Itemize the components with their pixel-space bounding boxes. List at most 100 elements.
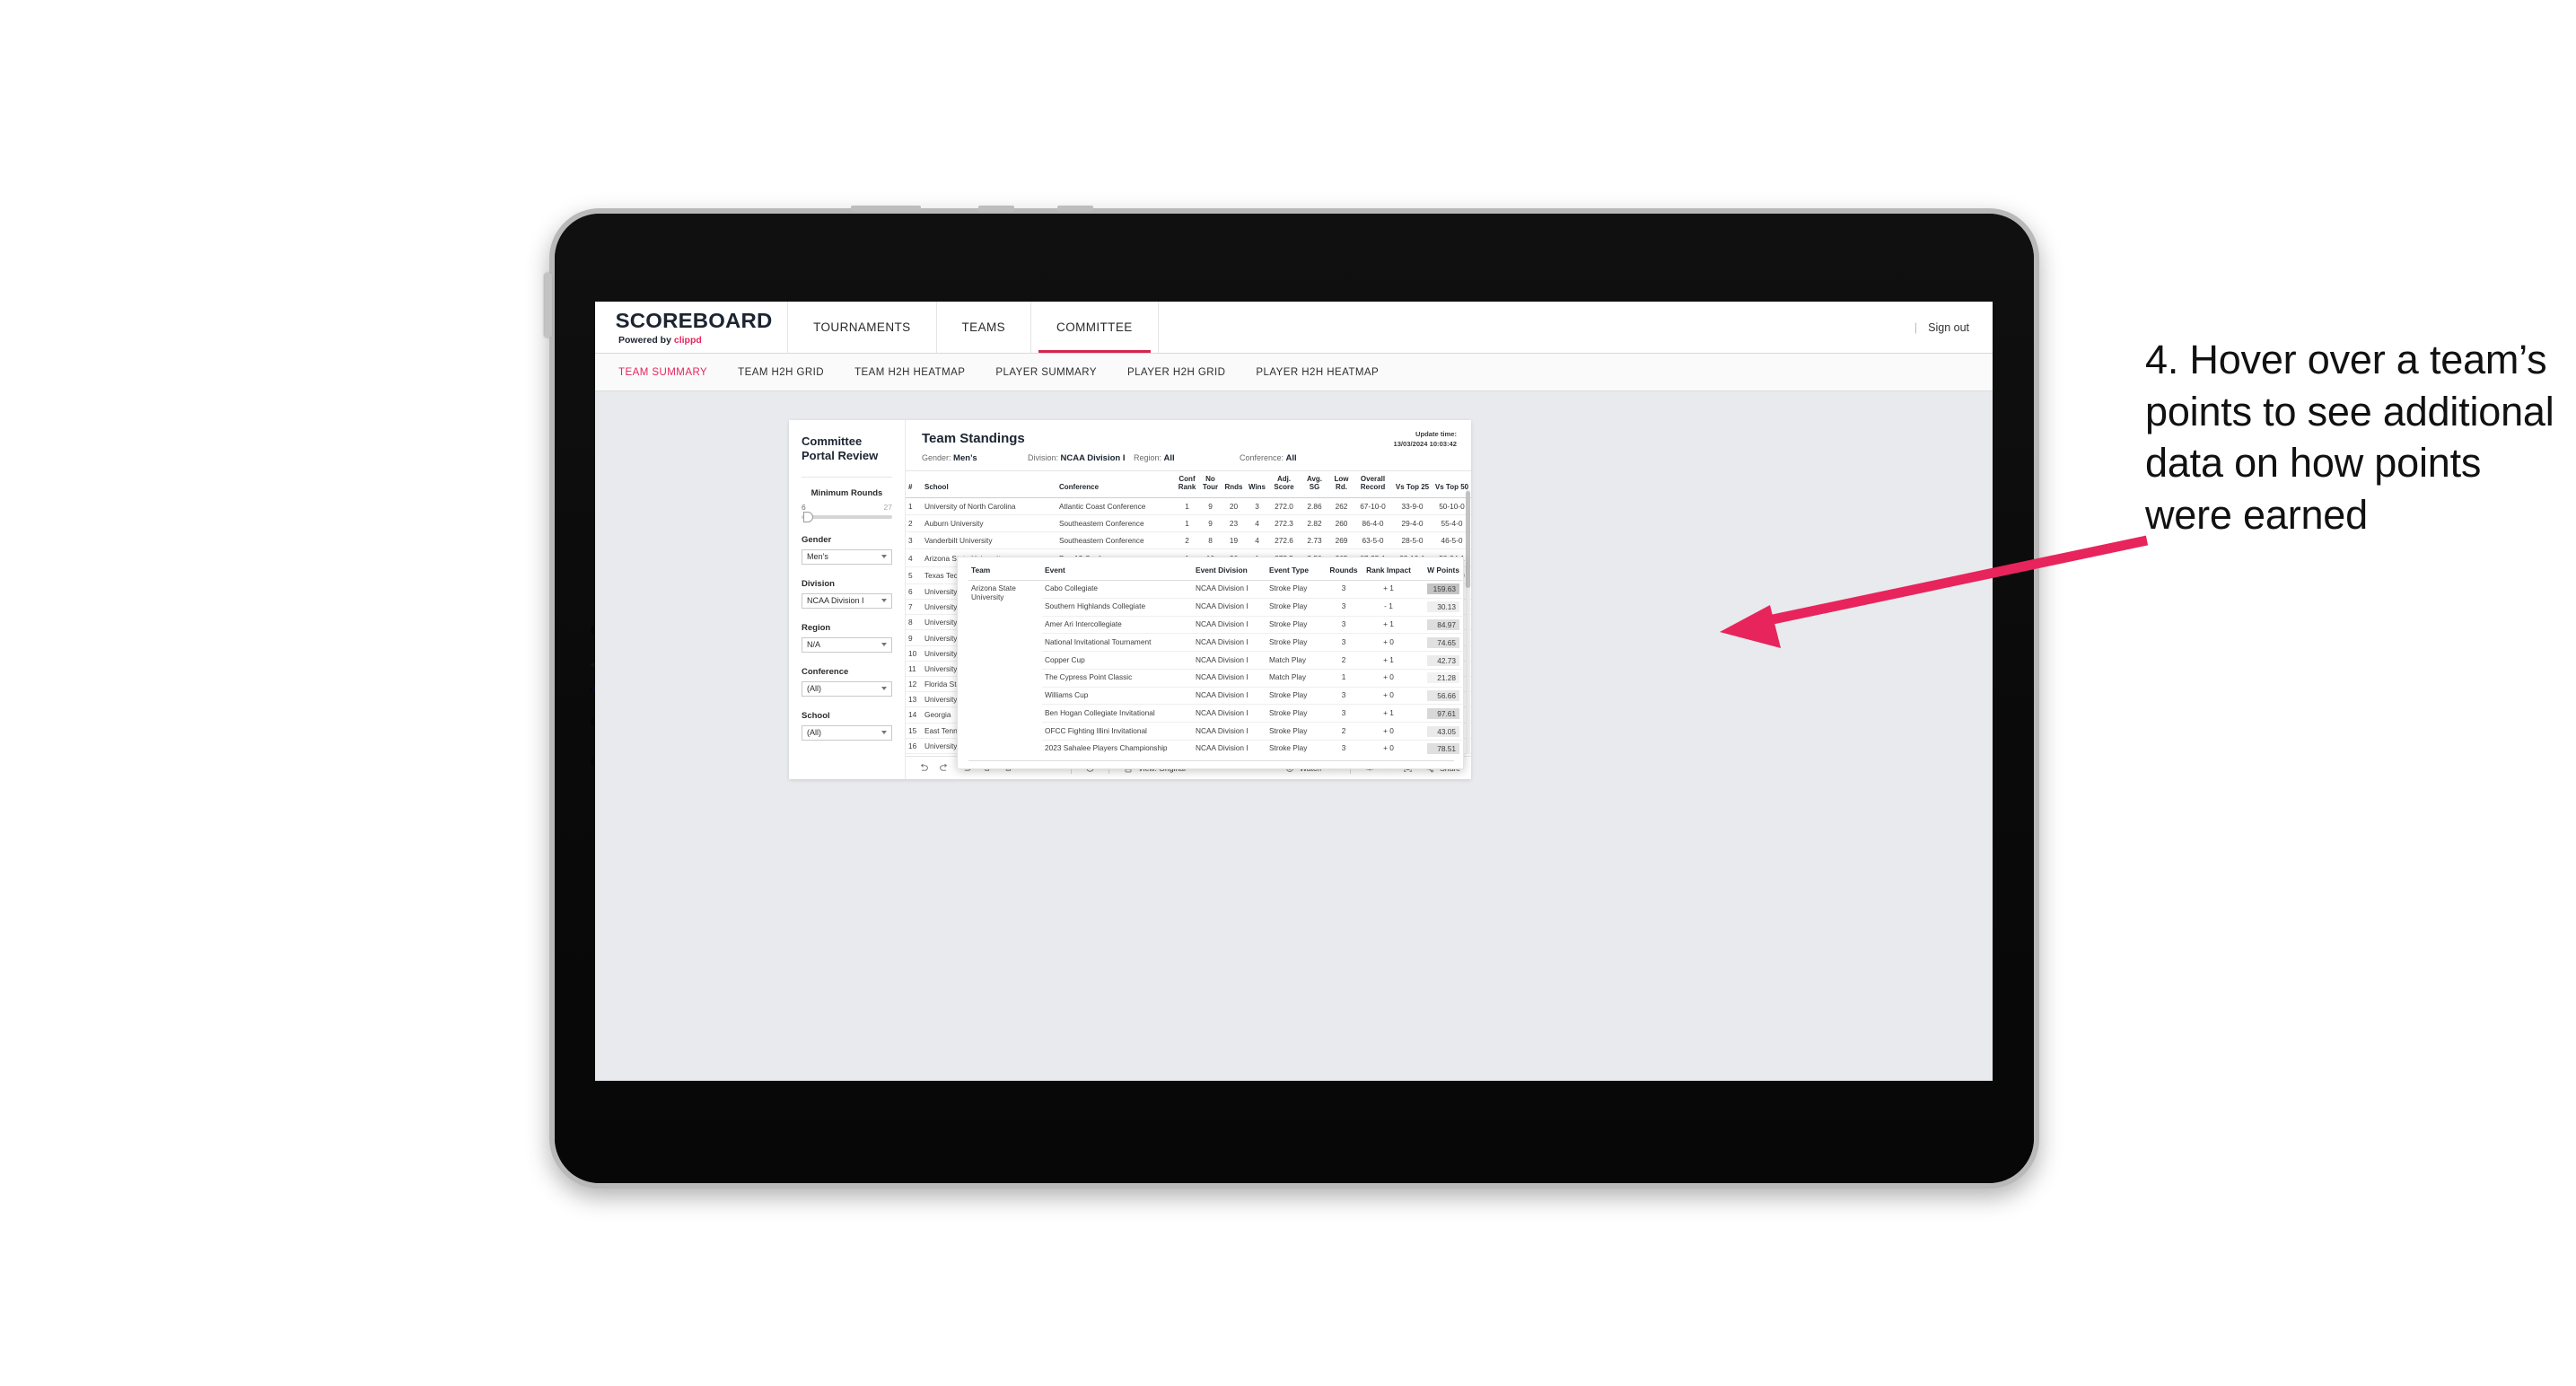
tooltip-header-row: Team Event Event Division Event Type Rou… xyxy=(968,564,1462,581)
cell-conf-rank: 1 xyxy=(1175,514,1198,533)
table-row[interactable]: 1 University of North Carolina Atlantic Co… xyxy=(906,497,1471,516)
brand-logo[interactable]: SCOREBOARD Powered by clippd xyxy=(595,302,789,353)
breadcrumb-division-key: Division: xyxy=(1028,453,1059,462)
cell-rnds: 23 xyxy=(1222,514,1245,533)
tooltip-event-cell: Ben Hogan Collegiate Invitational xyxy=(1042,704,1193,724)
division-select[interactable]: NCAA Division I xyxy=(802,592,892,609)
cell-rank: 8 xyxy=(906,614,922,631)
subnav-item-team-summary[interactable]: TEAM SUMMARY xyxy=(618,367,707,378)
col-conf-rank[interactable]: Conf Rank xyxy=(1175,471,1198,498)
tablet-top-button-1[interactable] xyxy=(851,206,921,212)
division-filter: Division NCAA Division I xyxy=(802,579,892,609)
table-row[interactable]: 2 Auburn University Southeastern Conferenc… xyxy=(906,514,1471,533)
subnav-item-team-h2h-grid[interactable]: TEAM H2H GRID xyxy=(738,367,824,378)
col-low-rd[interactable]: Low Rd. xyxy=(1329,471,1353,498)
tablet-side-button[interactable] xyxy=(545,273,552,338)
conference-select[interactable]: (All) xyxy=(802,680,892,697)
breadcrumb-region-key: Region: xyxy=(1134,453,1162,462)
cell-no-tour: 8 xyxy=(1198,531,1222,550)
nav-item-committee[interactable]: COMMITTEE xyxy=(1031,302,1159,353)
portal-title: Committee Portal Review xyxy=(802,434,879,463)
signout-link[interactable]: Sign out xyxy=(1928,321,1969,334)
table-scrollbar-thumb[interactable] xyxy=(1466,491,1470,588)
tooltip-row: 2023 Sahalee Players Championship NCAA Di… xyxy=(968,741,1462,758)
col-school[interactable]: School xyxy=(922,471,1056,498)
slider-max-value: 27 xyxy=(883,502,892,512)
nav-item-tournaments[interactable]: TOURNAMENTS xyxy=(788,302,937,353)
gender-select[interactable]: Men’s xyxy=(802,548,892,565)
col-vs-top-25[interactable]: Vs Top 25 xyxy=(1392,471,1432,498)
cell-wins: 4 xyxy=(1245,514,1268,533)
dashboard-card: Committee Portal Review Minimum Rounds 6… xyxy=(789,420,1471,779)
redo-icon[interactable] xyxy=(938,761,951,775)
tooltip-w-points-cell: 30.13 xyxy=(1415,598,1462,617)
subnav-item-team-h2h-heatmap[interactable]: TEAM H2H HEATMAP xyxy=(854,367,965,378)
col-avg-sg[interactable]: Avg. SG xyxy=(1299,471,1329,498)
tooltip-rounds-cell: 2 xyxy=(1326,651,1362,670)
page-title: Team Standings xyxy=(922,431,1025,446)
signout-area[interactable]: | Sign out xyxy=(1891,302,1993,353)
col-overall-record[interactable]: Overall Record xyxy=(1353,471,1392,498)
cell-rank: 3 xyxy=(906,531,922,550)
tooltip-rank-impact-cell: + 1 xyxy=(1362,580,1415,599)
update-time: Update time: 13/03/2024 10:03:42 xyxy=(1393,429,1457,449)
cell-rank: 10 xyxy=(906,645,922,662)
tooltip-rank-impact-cell: - 1 xyxy=(1362,598,1415,617)
col-rnds[interactable]: Rnds xyxy=(1222,471,1245,498)
tooltip-event-type-cell: Stroke Play xyxy=(1266,722,1326,741)
col-adj-score[interactable]: Adj. Score xyxy=(1268,471,1299,498)
tooltip-w-points-cell: 84.97 xyxy=(1415,616,1462,635)
tt-col-rounds: Rounds xyxy=(1326,564,1362,581)
subnav-item-player-h2h-heatmap[interactable]: PLAYER H2H HEATMAP xyxy=(1256,367,1379,378)
cell-rnds: 19 xyxy=(1222,531,1245,550)
tooltip-row: Amer Ari Intercollegiate NCAA Division IS… xyxy=(968,616,1462,635)
update-time-value: 13/03/2024 10:03:42 xyxy=(1393,440,1457,448)
breadcrumb-division: Division: NCAA Division I xyxy=(1028,453,1134,463)
tooltip-rank-impact-cell: + 1 xyxy=(1362,651,1415,670)
cell-overall-record: 86-4-0 xyxy=(1353,514,1392,533)
standings-table-head: # School Conference Conf Rank No Tour Rn… xyxy=(906,471,1471,498)
annotation-arrow xyxy=(1720,535,2149,648)
nav-item-teams[interactable]: TEAMS xyxy=(936,302,1032,353)
tooltip-event-division-cell: NCAA Division I xyxy=(1193,651,1266,670)
undo-icon[interactable] xyxy=(916,761,930,775)
cell-school: Vanderbilt University xyxy=(922,531,1056,550)
col-no-tour[interactable]: No Tour xyxy=(1198,471,1222,498)
tooltip-event-cell: Williams Cup xyxy=(1042,687,1193,706)
school-filter: School (All) xyxy=(802,711,892,741)
tooltip-rank-impact-cell: + 0 xyxy=(1362,633,1415,653)
table-row[interactable]: 3 Vanderbilt University Southeastern Confe… xyxy=(906,531,1471,550)
cell-avg-sg: 2.86 xyxy=(1299,497,1329,516)
subnav-item-player-h2h-grid[interactable]: PLAYER H2H GRID xyxy=(1127,367,1225,378)
cell-school: University of North Carolina xyxy=(922,497,1056,516)
tablet-top-button-3[interactable] xyxy=(1057,206,1093,212)
cell-rank: 9 xyxy=(906,629,922,646)
cell-avg-sg: 2.82 xyxy=(1299,514,1329,533)
cell-conference: Southeastern Conference xyxy=(1056,514,1175,533)
cell-low-rd: 262 xyxy=(1329,497,1353,516)
tooltip-event-division-cell: NCAA Division I xyxy=(1193,633,1266,653)
tooltip-table-head: Team Event Event Division Event Type Rou… xyxy=(968,564,1462,581)
cell-rank: 14 xyxy=(906,706,922,724)
cell-school: Auburn University xyxy=(922,514,1056,533)
subnav-item-player-summary[interactable]: PLAYER SUMMARY xyxy=(995,367,1097,378)
slider-thumb[interactable] xyxy=(803,511,813,522)
tooltip-event-division-cell: NCAA Division I xyxy=(1193,722,1266,741)
region-select[interactable]: N/A xyxy=(802,636,892,653)
slider-track[interactable] xyxy=(802,511,892,522)
cell-no-tour: 9 xyxy=(1198,514,1222,533)
cell-rank: 15 xyxy=(906,723,922,739)
col-rank[interactable]: # xyxy=(906,471,922,498)
top-navigation-bar: SCOREBOARD Powered by clippd TOURNAMENTS… xyxy=(595,302,1993,354)
col-wins[interactable]: Wins xyxy=(1245,471,1268,498)
tooltip-event-type-cell: Stroke Play xyxy=(1266,598,1326,617)
school-value: (All) xyxy=(807,728,821,737)
breadcrumb-gender-key: Gender: xyxy=(922,453,951,462)
conference-value: (All) xyxy=(807,684,821,693)
school-select[interactable]: (All) xyxy=(802,724,892,741)
tablet-top-button-2[interactable] xyxy=(978,206,1014,212)
tooltip-w-points-value: 43.05 xyxy=(1427,725,1459,737)
tooltip-event-division-cell: NCAA Division I xyxy=(1193,598,1266,617)
col-conference[interactable]: Conference xyxy=(1056,471,1175,498)
screenshot-root: SCOREBOARD Powered by clippd TOURNAMENTS… xyxy=(0,0,2576,1386)
